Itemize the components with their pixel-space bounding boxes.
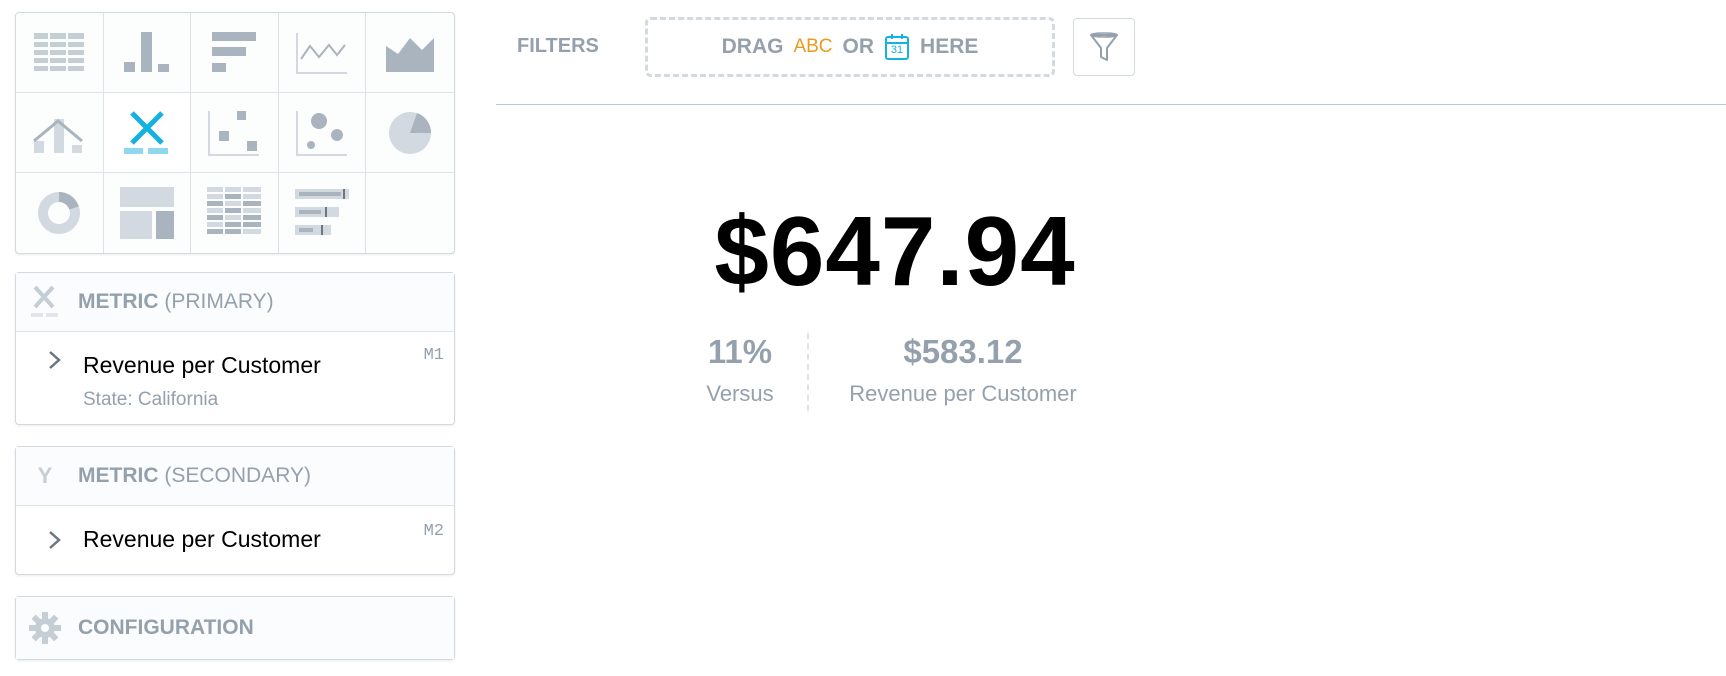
- chevron-right-icon[interactable]: [48, 530, 62, 556]
- filters-label: FILTERS: [517, 35, 599, 57]
- viz-bubble-chart[interactable]: [278, 93, 367, 173]
- filter-dropzone[interactable]: DRAG ABC OR 31 HERE: [645, 17, 1055, 77]
- compare-percent-label: Versus: [706, 381, 774, 406]
- viz-headline[interactable]: [103, 93, 192, 173]
- viz-donut-chart[interactable]: [16, 173, 104, 253]
- treemap-icon: [119, 187, 174, 239]
- viz-table[interactable]: [16, 13, 104, 93]
- metric-secondary-title: METRIC (SECONDARY): [78, 464, 311, 487]
- or-text: OR: [842, 35, 875, 58]
- metric-primary-name: Revenue per Customer: [83, 352, 321, 378]
- secondary-value: $583.12: [903, 333, 1023, 370]
- secondary-value-block: $583.12 Revenue per Customer: [830, 333, 1096, 407]
- toolbar-divider: [496, 104, 1726, 105]
- metric-primary-filter: State: California: [83, 389, 219, 410]
- metric-x-icon: [28, 285, 62, 319]
- table-icon: [34, 32, 85, 71]
- secondary-value-label: Revenue per Customer: [849, 381, 1077, 406]
- pie-chart-icon: [389, 111, 432, 154]
- viz-scatter-plot[interactable]: [191, 93, 279, 173]
- headline-primary-value: $647.94: [714, 196, 1076, 306]
- line-chart-icon: [296, 32, 348, 74]
- viz-bullet-chart[interactable]: [279, 173, 367, 253]
- compare-separator: [807, 333, 809, 411]
- metric-primary-item[interactable]: Revenue per Customer State: California M…: [16, 332, 454, 424]
- compare-percent-value: 11%: [707, 333, 773, 370]
- metric-secondary-bucket: Y METRIC (SECONDARY) Revenue per Custome…: [15, 446, 455, 575]
- area-chart-icon: [386, 37, 435, 72]
- metric-secondary-item[interactable]: Revenue per Customer M2: [16, 506, 454, 572]
- configuration-title: CONFIGURATION: [78, 616, 254, 639]
- visualization-type-picker: [15, 12, 455, 254]
- configuration-header[interactable]: CONFIGURATION: [16, 597, 454, 659]
- metric-secondary-header: Y METRIC (SECONDARY): [16, 447, 454, 506]
- metric-primary-code: M1: [423, 346, 444, 365]
- headline-icon: [123, 110, 168, 154]
- gear-icon: [28, 611, 62, 645]
- chevron-right-icon[interactable]: [48, 350, 62, 376]
- metric-secondary-name: Revenue per Customer: [83, 526, 321, 552]
- metric-secondary-code: M2: [423, 522, 444, 541]
- viz-combo-chart[interactable]: [16, 93, 104, 173]
- viz-treemap[interactable]: [104, 173, 192, 253]
- here-text: HERE: [920, 35, 979, 58]
- configuration-bucket[interactable]: CONFIGURATION: [15, 596, 455, 660]
- scatter-plot-icon: [208, 110, 260, 156]
- bullet-chart-icon: [295, 189, 350, 235]
- heatmap-icon: [207, 187, 262, 234]
- compare-percent-block: 11% Versus: [698, 333, 782, 407]
- viz-heatmap[interactable]: [191, 173, 279, 253]
- viz-line-chart[interactable]: [278, 13, 367, 93]
- calendar-day-label: 31: [890, 44, 904, 56]
- bar-chart-icon: [212, 31, 257, 72]
- viz-area-chart[interactable]: [366, 13, 454, 93]
- viz-column-chart[interactable]: [103, 13, 192, 93]
- metric-y-icon: Y: [37, 463, 53, 488]
- attribute-abc-icon: ABC: [793, 36, 833, 57]
- column-chart-icon: [123, 31, 169, 72]
- metric-primary-bucket: METRIC (PRIMARY) Revenue per Customer St…: [15, 272, 455, 425]
- viz-bar-chart[interactable]: [191, 13, 279, 93]
- viz-empty-cell: [366, 173, 454, 253]
- drag-text: DRAG: [721, 35, 784, 58]
- filter-button[interactable]: [1073, 18, 1135, 76]
- funnel-icon: [1090, 32, 1118, 61]
- combo-chart-icon: [33, 118, 84, 153]
- donut-chart-icon: [38, 192, 81, 234]
- metric-primary-header: METRIC (PRIMARY): [16, 273, 454, 332]
- metric-primary-title: METRIC (PRIMARY): [78, 290, 274, 313]
- calendar-icon: 31: [884, 33, 910, 61]
- viz-pie-chart[interactable]: [366, 93, 454, 173]
- bubble-chart-icon: [296, 110, 348, 156]
